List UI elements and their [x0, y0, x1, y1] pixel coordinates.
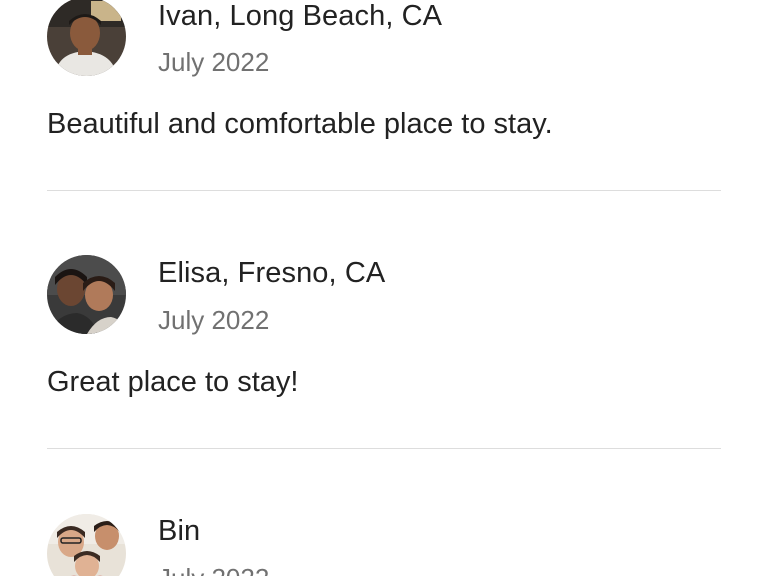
avatar-photo-icon	[47, 514, 126, 576]
review-text: Beautiful and comfortable place to stay.	[47, 108, 553, 140]
avatar-photo-icon	[47, 0, 126, 76]
divider	[47, 190, 721, 191]
review-text: Great place to stay!	[47, 366, 299, 398]
reviewer-name: Ivan, Long Beach, CA	[158, 0, 443, 32]
avatar-photo-icon	[47, 255, 126, 334]
reviewer-name: Elisa, Fresno, CA	[158, 257, 386, 289]
review-date: July 2022	[158, 563, 269, 576]
divider	[47, 448, 721, 449]
reviewer-avatar[interactable]	[47, 0, 126, 76]
review-date: July 2022	[158, 47, 270, 77]
reviewer-name: Bin	[158, 515, 201, 547]
reviews-list: Ivan, Long Beach, CA July 2022 Beautiful…	[0, 0, 768, 576]
reviewer-avatar[interactable]	[47, 514, 126, 576]
review-date: July 2022	[158, 305, 270, 335]
reviewer-avatar[interactable]	[47, 255, 126, 334]
